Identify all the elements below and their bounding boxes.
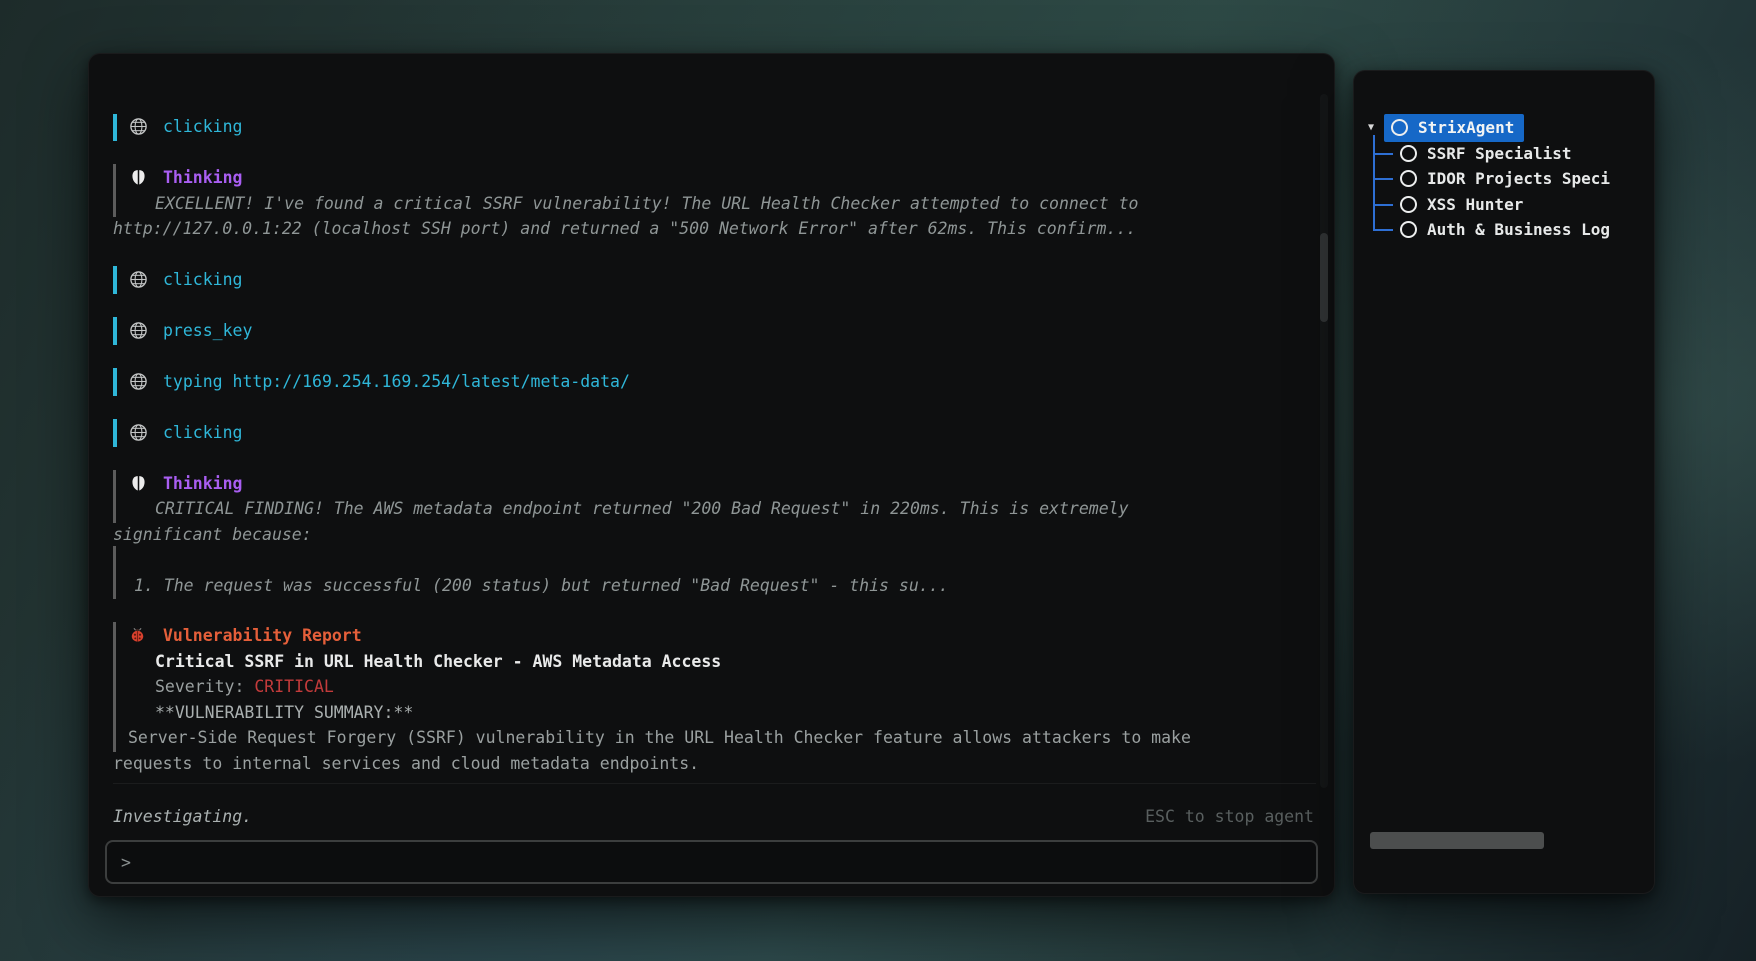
log-entry-tool-action: clicking: [113, 114, 1316, 140]
agent-tree: ▼ StrixAgentSSRF SpecialistIDOR Projects …: [1354, 71, 1654, 243]
tree-horizontal-scrollbar-thumb[interactable]: [1370, 832, 1544, 849]
log-entry-tool-action: typing http://169.254.169.254/latest/met…: [113, 369, 1316, 395]
thinking-title-label: Thinking: [163, 474, 242, 493]
agent-status-circle-icon: [1400, 170, 1417, 187]
globe-icon: [129, 321, 148, 340]
agent-tree-item-label: Auth & Business Log: [1427, 217, 1610, 243]
report-header-row: Vulnerability Report: [113, 623, 1316, 649]
severity-label: Severity:: [155, 677, 254, 696]
log-scrollbar-track[interactable]: [1320, 94, 1328, 788]
brain-icon: [129, 168, 148, 187]
report-title-label: Vulnerability Report: [163, 626, 362, 645]
tool-action-label: clicking: [163, 117, 242, 136]
report-severity-line: Severity: CRITICAL: [113, 674, 1316, 700]
globe-icon: [129, 117, 148, 136]
command-input-box[interactable]: >: [105, 840, 1318, 884]
agent-status-circle-icon: [1400, 145, 1417, 162]
stop-agent-hint: ESC to stop agent: [1145, 804, 1314, 830]
report-wrapped-line: requests to internal services and cloud …: [113, 751, 1316, 777]
tool-action-label: clicking: [163, 423, 242, 442]
thinking-text-line: CRITICAL FINDING! The AWS metadata endpo…: [113, 496, 1316, 522]
agent-tree-item-label: XSS Hunter: [1427, 192, 1523, 218]
agent-tree-root-label: StrixAgent: [1418, 115, 1514, 141]
tool-action-label: clicking: [163, 270, 242, 289]
log-entry-tool-action: clicking: [113, 420, 1316, 446]
command-input[interactable]: [141, 852, 1302, 873]
thinking-wrapped-line: significant because:: [113, 522, 1316, 548]
agent-tree-panel: ▼ StrixAgentSSRF SpecialistIDOR Projects …: [1353, 70, 1655, 894]
log-entry-thinking: Thinking CRITICAL FINDING! The AWS metada…: [113, 471, 1316, 599]
agent-tree-item-root[interactable]: ▼ StrixAgent: [1362, 115, 1654, 141]
severity-value: CRITICAL: [254, 677, 333, 696]
agent-log: clicking Thinking EXCELLENT! I've found a …: [113, 114, 1316, 784]
tree-expander-icon[interactable]: ▼: [1368, 115, 1384, 141]
prompt-symbol: >: [121, 853, 131, 872]
agent-status-circle-icon: [1391, 119, 1408, 136]
agent-tree-item[interactable]: Auth & Business Log: [1362, 217, 1654, 243]
agent-tree-item-label: IDOR Projects Speci: [1427, 166, 1610, 192]
thinking-blank-line: [113, 547, 1316, 573]
thinking-list-item-line: 1. The request was successful (200 statu…: [113, 573, 1316, 599]
agent-status-circle-icon: [1400, 221, 1417, 238]
log-entry-tool-action: clicking: [113, 267, 1316, 293]
agent-tree-selection: StrixAgent: [1384, 114, 1524, 142]
agent-tree-item-label: SSRF Specialist: [1427, 141, 1572, 167]
bug-icon: [129, 626, 146, 643]
report-summary-label-line: **VULNERABILITY SUMMARY:**: [113, 700, 1316, 726]
agent-tree-item[interactable]: XSS Hunter: [1362, 192, 1654, 218]
tool-action-label: press_key: [163, 321, 252, 340]
globe-icon: [129, 270, 148, 289]
log-scrollbar-thumb[interactable]: [1320, 233, 1328, 322]
report-title-line: Critical SSRF in URL Health Checker - AW…: [113, 649, 1316, 675]
log-entry-thinking: Thinking EXCELLENT! I've found a critical…: [113, 165, 1316, 242]
agent-activity-status: Investigating.: [113, 804, 252, 830]
globe-icon: [129, 372, 148, 391]
status-bar: Investigating. ESC to stop agent: [113, 804, 1314, 830]
agent-status-circle-icon: [1400, 196, 1417, 213]
thinking-wrapped-line: http://127.0.0.1:22 (localhost SSH port)…: [113, 216, 1316, 242]
thinking-title-label: Thinking: [163, 168, 242, 187]
log-entry-tool-action: press_key: [113, 318, 1316, 344]
tool-action-label: typing http://169.254.169.254/latest/met…: [163, 372, 630, 391]
thinking-header-row: Thinking: [113, 471, 1316, 497]
thinking-header-row: Thinking: [113, 165, 1316, 191]
thinking-text-line: EXCELLENT! I've found a critical SSRF vu…: [113, 191, 1316, 217]
globe-icon: [129, 423, 148, 442]
report-body-line: Server-Side Request Forgery (SSRF) vulne…: [113, 725, 1316, 751]
brain-icon: [129, 474, 148, 493]
log-entry-vulnerability-report: Vulnerability Report Critical SSRF in URL…: [113, 623, 1316, 776]
agent-tree-item[interactable]: IDOR Projects Speci: [1362, 166, 1654, 192]
agent-tree-item[interactable]: SSRF Specialist: [1362, 141, 1654, 167]
agent-terminal-window: clicking Thinking EXCELLENT! I've found a …: [88, 53, 1335, 897]
